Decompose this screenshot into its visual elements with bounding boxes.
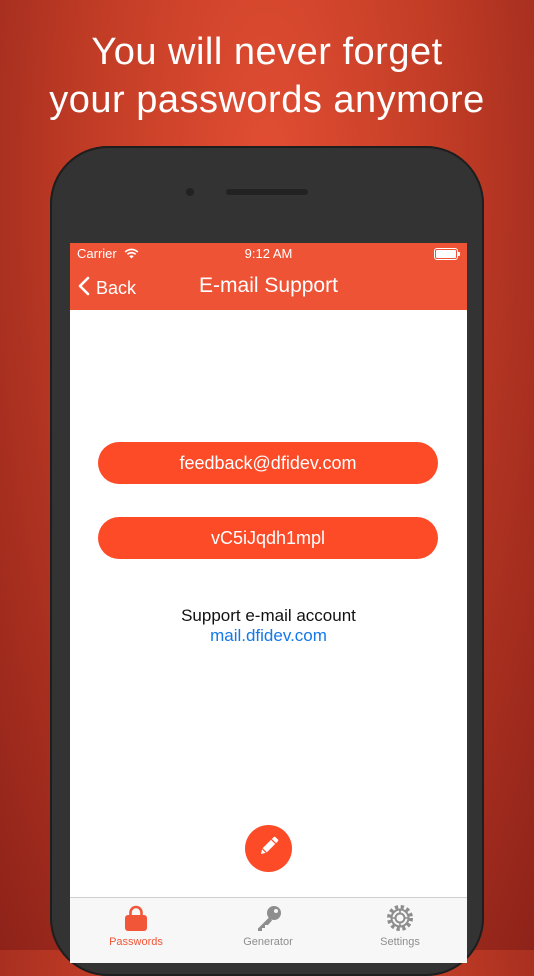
status-bar: Carrier 9:12 AM [70,243,467,263]
battery-icon [434,248,460,260]
tab-passwords[interactable]: Passwords [70,898,202,963]
gear-icon [334,904,466,932]
speaker-slot [226,189,308,195]
edit-button[interactable] [245,825,292,872]
headline-line-1: You will never forget [91,31,443,73]
promo-headline: You will never forget your passwords any… [0,28,534,124]
support-account-label: Support e-mail account [181,606,356,625]
tab-settings[interactable]: Settings [334,898,466,963]
navigation-bar: Carrier 9:12 AM Back E-mail Support [70,243,467,310]
camera-dot [186,188,194,196]
support-email-button[interactable]: feedback@dfidev.com [98,442,438,484]
tab-generator-label: Generator [243,936,293,948]
page-title: E-mail Support [199,274,338,297]
pencil-icon [256,833,282,864]
key-icon [202,904,334,932]
support-password-button[interactable]: vC5iJqdh1mpl [98,517,438,559]
status-time: 9:12 AM [244,246,293,261]
tab-settings-label: Settings [380,936,420,948]
app-screen: Carrier 9:12 AM Back E-mail Support feed… [70,243,467,963]
support-mail-link[interactable]: mail.dfidev.com [70,626,467,646]
lock-icon [70,904,202,932]
tab-passwords-label: Passwords [109,936,163,948]
headline-line-2: your passwords anymore [49,79,485,121]
tab-bar: Passwords Generator Settings [70,897,467,963]
tab-generator[interactable]: Generator [202,898,334,963]
